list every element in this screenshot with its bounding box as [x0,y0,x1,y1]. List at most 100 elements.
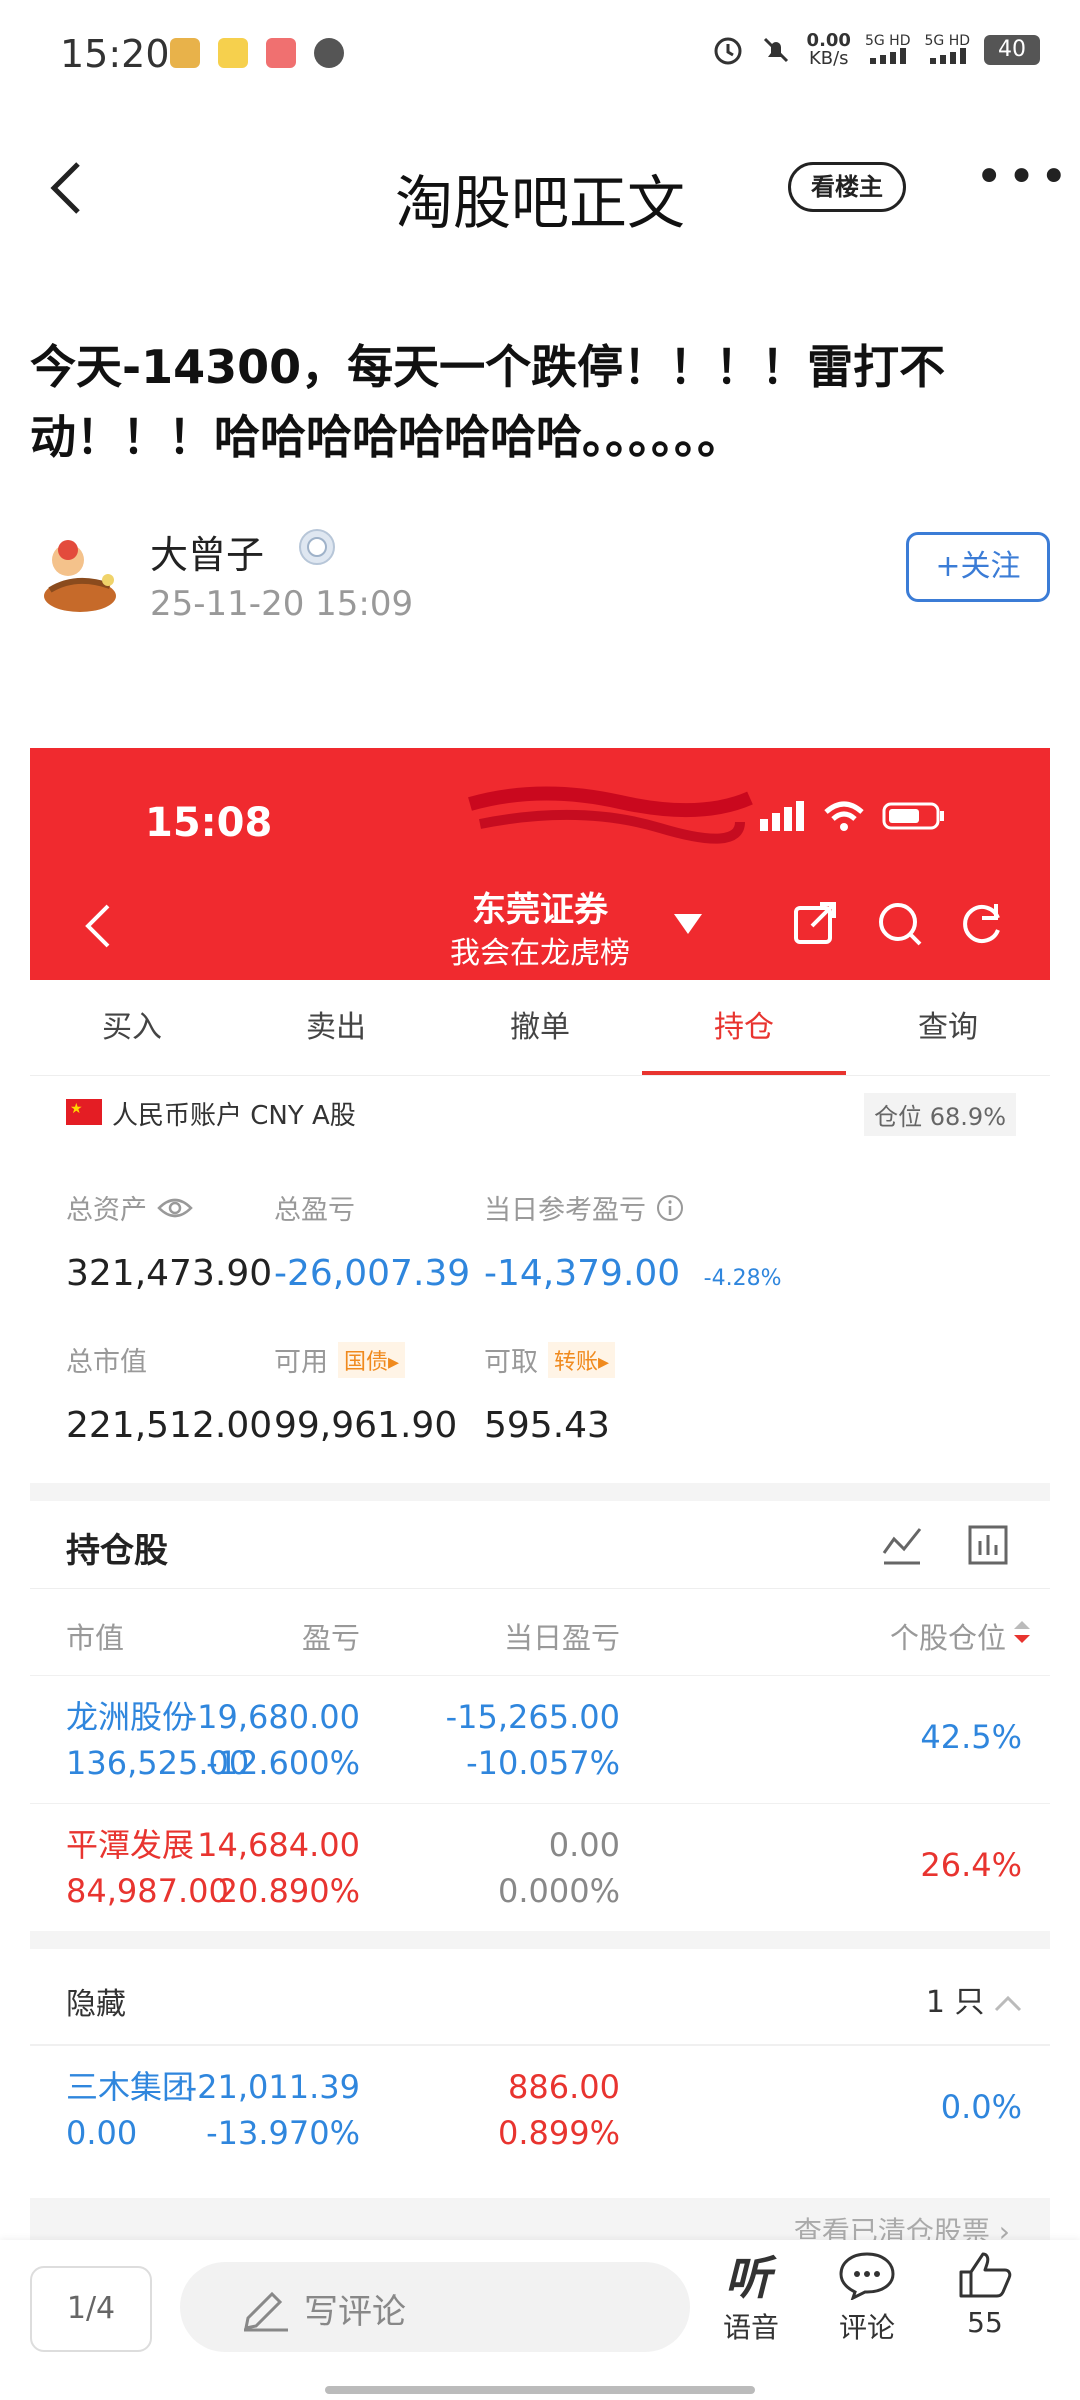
bottom-bar: 1/4 写评论 听 语音 评论 55 [0,2240,1080,2400]
line-chart-icon[interactable] [880,1523,924,1567]
flag-star-icon: ★ [70,1101,83,1117]
tab-buy[interactable]: 买入 [30,980,234,1075]
holdings-title: 持仓股 [66,1531,168,1571]
caret-down-icon[interactable] [670,908,706,938]
china-flag-icon: ★ [66,1099,102,1125]
signal-bars-icon [930,47,966,64]
wifi-icon [824,801,864,831]
listen-button[interactable]: 听 语音 [706,2250,796,2346]
stock-day-pl-percent: 0.899% [497,2114,620,2152]
stock-day-pl-percent: -10.057% [466,1744,620,1782]
day-pl-value-row: -14,379.00 -4.28% [484,1253,1044,1294]
post-image[interactable]: 15:08 东莞证券 我会在龙虎榜 买入 卖出 撤单 持仓 查询 ★ 人民币账户 [30,748,1050,2248]
bar-chart-icon[interactable] [966,1523,1010,1567]
author-level-badge-icon [299,529,335,565]
stock-position: 0.0% [940,2088,1022,2126]
refresh-icon[interactable] [958,898,1008,948]
comment-bubble-icon [839,2252,895,2301]
app-notification-icon [170,38,200,68]
inner-back-arrow-icon[interactable] [78,896,118,956]
total-assets-label: 总资产 [66,1195,147,1226]
search-icon[interactable] [874,898,924,948]
holding-row[interactable]: 平潭发展 84,987.00 14,684.00 20.890% 0.00 0.… [30,1803,1050,1931]
chevron-up-icon[interactable] [994,1994,1022,2012]
col-position[interactable]: 个股仓位 [890,1615,1006,1657]
position-label: 仓位 [874,1103,923,1131]
holding-name-cell: 三木集团 0.00 [66,2064,194,2156]
stock-day-pl-percent: 0.000% [497,1872,620,1910]
holdings-column-header: 市值 盈亏 当日盈亏 个股仓位 [30,1589,1050,1675]
col-market-value[interactable]: 市值 [66,1615,124,1657]
col-pl[interactable]: 盈亏 [302,1615,360,1657]
tab-query[interactable]: 查询 [846,980,1050,1075]
share-icon[interactable] [790,898,840,948]
follow-button[interactable]: +关注 [906,532,1050,602]
available-label: 可用 [274,1347,328,1378]
tab-positions[interactable]: 持仓 [642,980,846,1075]
author-row: 大曾子 25-11-20 15:09 +关注 [30,520,1050,630]
svg-text:听: 听 [725,2251,777,2300]
stock-pl: -21,011.39 [185,2068,360,2106]
treasury-tag[interactable]: 国债▸ [338,1341,406,1378]
stock-pl: 14,684.00 [197,1826,360,1864]
tab-sell[interactable]: 卖出 [234,980,438,1075]
transfer-tag[interactable]: 转账▸ [548,1341,616,1378]
notification-icons [170,38,344,68]
broker-header: 15:08 东莞证券 我会在龙虎榜 [30,748,1050,980]
day-pl-value: -14,379.00 [484,1253,681,1294]
hidden-section-header[interactable]: 隐藏 1 只 [30,1949,1050,2045]
hidden-count-row: 1 只 [926,1977,1022,2021]
stock-day-pl: 886.00 [508,2068,620,2106]
holding-row[interactable]: 龙洲股份 136,525.00 -19,680.00 -12.600% -15,… [30,1675,1050,1803]
listen-label: 语音 [722,2311,779,2344]
status-bar: 15:20 0.00 KB/s 5G HD 5G HD 40 [0,0,1080,110]
trade-tabs: 买入 卖出 撤单 持仓 查询 [30,980,1050,1076]
holding-day-pl-cell: -15,265.00 -10.057% [446,1694,620,1786]
stock-day-pl: -15,265.00 [445,1698,620,1736]
like-button[interactable]: 55 [940,2250,1030,2339]
signal-2: 5G HD [924,34,970,67]
post-date: 25-11-20 15:09 [150,584,414,624]
view-owner-button[interactable]: 看楼主 [788,162,906,212]
signal-bars-icon [870,47,907,64]
page-indicator[interactable]: 1/4 [30,2266,152,2352]
pen-icon [244,2291,288,2332]
author-avatar[interactable] [30,530,122,622]
redaction-scribble [468,786,753,844]
comment-button[interactable]: 评论 [822,2250,912,2346]
back-arrow-icon[interactable] [38,158,98,218]
like-count: 55 [967,2306,1003,2339]
day-pl: 当日参考盈亏 -14,379.00 -4.28% [484,1188,1044,1294]
hidden-holding-row[interactable]: 三木集团 0.00 -21,011.39 -13.970% 886.00 0.8… [30,2045,1050,2173]
header-actions [790,898,1008,948]
stock-position: 26.4% [920,1846,1022,1884]
status-right: 0.00 KB/s 5G HD 5G HD 40 [711,32,1040,68]
day-pl-label: 当日参考盈亏 [484,1195,646,1226]
holding-pl-cell: 14,684.00 20.890% [197,1822,360,1914]
weibo-icon [218,38,248,68]
section-divider [30,1931,1050,1949]
post-title: 今天-14300，每天一个跌停！！！！雷打不动！！！哈哈哈哈哈哈哈哈。。。。。。 [30,340,946,464]
holdings-header: 持仓股 [30,1501,1050,1589]
withdrawable-value: 595.43 [484,1405,610,1446]
author-name[interactable]: 大曾子 [150,524,264,579]
speed-unit: KB/s [808,48,849,69]
battery-icon: 40 [984,35,1040,65]
info-icon[interactable] [656,1194,684,1222]
wechat-icon [314,38,344,68]
status-time: 15:20 [60,32,170,76]
comment-input[interactable]: 写评论 [180,2262,690,2352]
signal-bars-icon [760,801,804,831]
col-day-pl[interactable]: 当日盈亏 [504,1615,620,1657]
tab-cancel[interactable]: 撤单 [438,980,642,1075]
eye-icon[interactable] [157,1196,193,1220]
section-divider [30,1483,1050,1501]
home-indicator[interactable] [325,2386,755,2394]
more-icon[interactable]: ••• [975,153,1068,212]
holding-day-pl-cell: 0.00 0.000% [498,1822,620,1914]
sort-icon[interactable] [1012,1619,1036,1645]
position-value: 68.9% [929,1103,1006,1131]
stock-position: 42.5% [920,1718,1022,1756]
hidden-title: 隐藏 [66,1987,126,2022]
battery-icon [882,802,944,830]
